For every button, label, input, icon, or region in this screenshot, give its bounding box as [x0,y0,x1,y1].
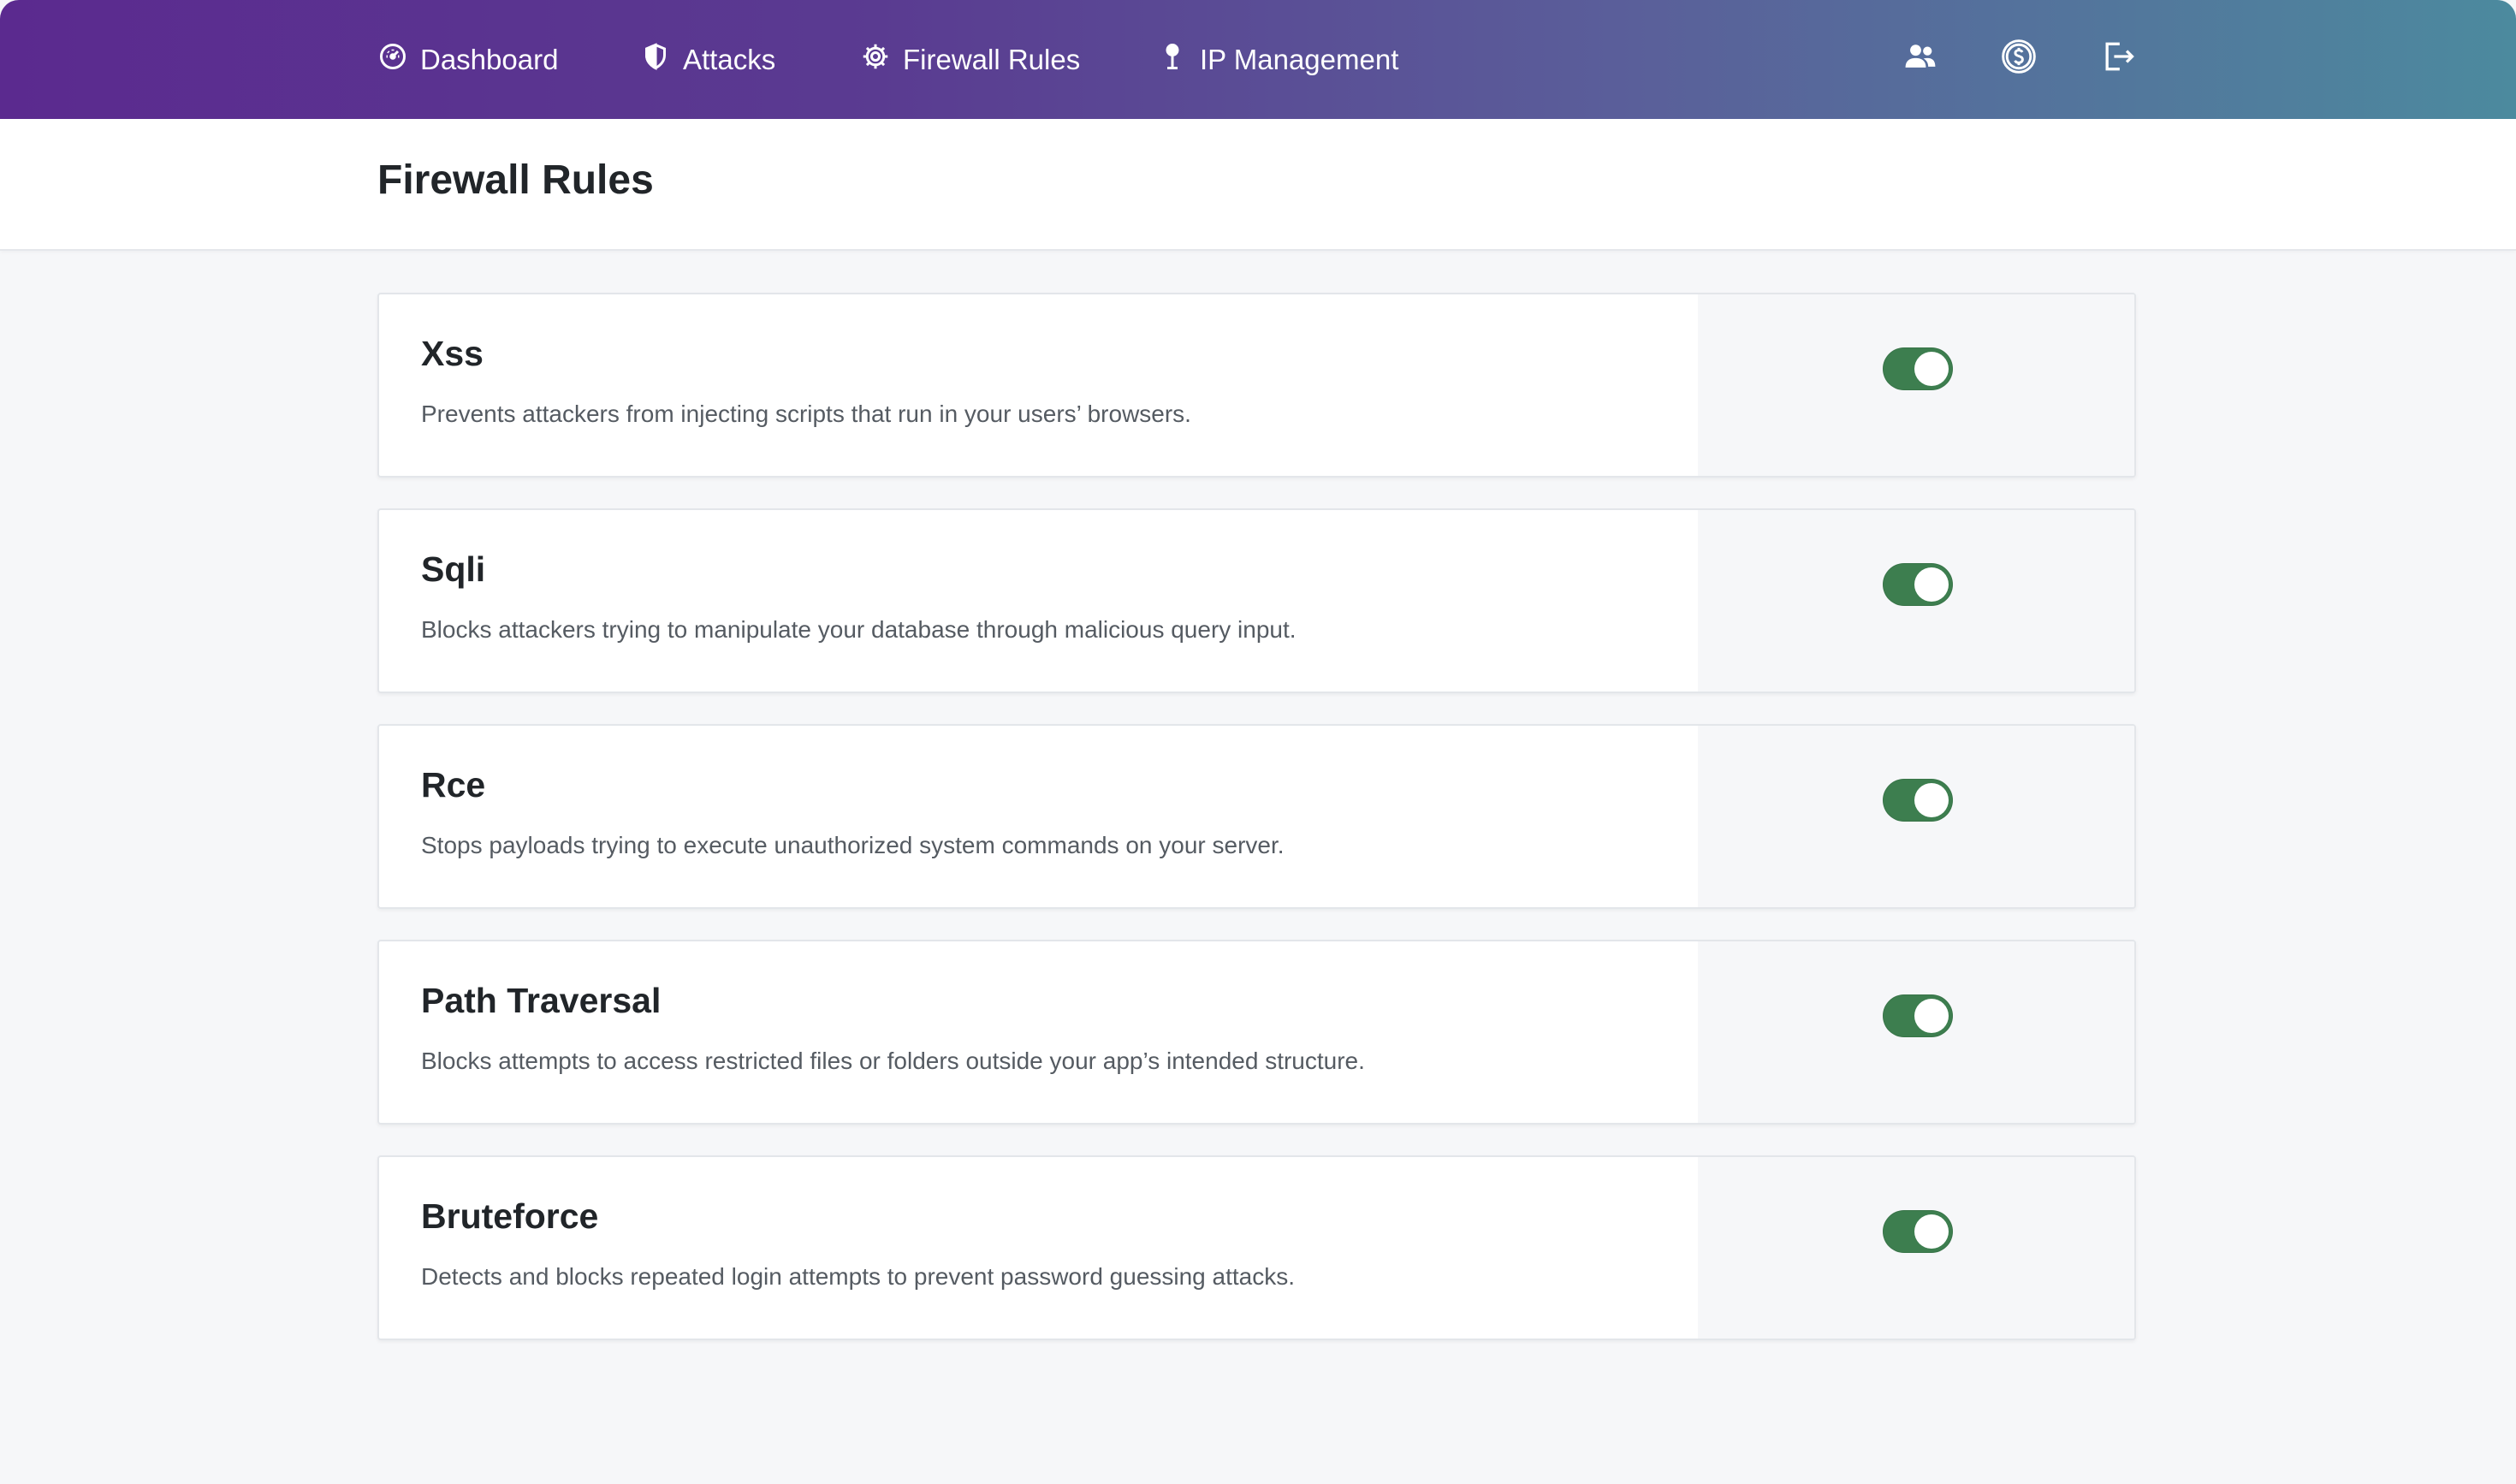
rule-toggle-rce[interactable] [1883,779,1953,822]
rule-name: Xss [421,334,484,373]
rule-card-sqli: Sqli Blocks attackers trying to manipula… [377,508,2136,693]
rule-text: Rce Stops payloads trying to execute una… [379,726,1698,907]
toggle-knob [1914,783,1949,817]
rule-card-path-traversal: Path Traversal Blocks attempts to access… [377,940,2136,1125]
rule-text: Sqli Blocks attackers trying to manipula… [379,510,1698,692]
page-header: Firewall Rules [0,119,2516,251]
rule-name: Sqli [421,549,486,589]
page-title: Firewall Rules [377,157,654,203]
nav-firewall-rules[interactable]: Firewall Rules [860,33,1080,87]
rule-card-bruteforce: Bruteforce Detects and blocks repeated l… [377,1155,2136,1340]
logout-button[interactable] [2091,34,2145,82]
rule-description: Prevents attackers from injecting script… [421,401,1191,427]
toggle-knob [1914,999,1949,1033]
toggle-knob [1914,352,1949,386]
nav-ip-management-label: IP Management [1200,44,1399,75]
app-window: Dashboard Attacks Firewall Rules IP Mana… [0,0,2516,1484]
nav-attacks-label: Attacks [683,44,776,75]
nav-dashboard[interactable]: Dashboard [377,33,558,87]
speedometer-icon [377,41,420,79]
rule-description: Blocks attackers trying to manipulate yo… [421,616,1297,643]
rule-text: Path Traversal Blocks attempts to access… [379,941,1698,1123]
rule-toggle-path-traversal[interactable] [1883,994,1953,1037]
toggle-knob [1914,567,1949,602]
rule-toggle-sqli[interactable] [1883,563,1953,606]
pin-icon [1157,41,1200,79]
rule-text: Xss Prevents attackers from injecting sc… [379,294,1698,476]
rule-card-rce: Rce Stops payloads trying to execute una… [377,724,2136,909]
nav-attacks[interactable]: Attacks [640,33,775,87]
nav-ip-management[interactable]: IP Management [1157,33,1398,87]
users-button[interactable] [1893,34,1948,82]
rule-description: Blocks attempts to access restricted fil… [421,1048,1365,1074]
rule-toggle-xss[interactable] [1883,347,1953,390]
gear-icon [860,41,903,79]
dollar-coin-icon [2000,38,2038,80]
rule-text: Bruteforce Detects and blocks repeated l… [379,1157,1698,1339]
toggle-knob [1914,1214,1949,1249]
users-icon [1902,38,1939,80]
rule-name: Path Traversal [421,981,662,1020]
logout-icon [2099,38,2137,80]
rule-name: Rce [421,765,486,804]
rule-description: Stops payloads trying to execute unautho… [421,832,1285,858]
nav-dashboard-label: Dashboard [420,44,559,75]
nav-firewall-rules-label: Firewall Rules [903,44,1081,75]
top-navbar: Dashboard Attacks Firewall Rules IP Mana… [0,0,2516,119]
rule-name: Bruteforce [421,1196,599,1236]
rule-toggle-bruteforce[interactable] [1883,1210,1953,1253]
rule-description: Detects and blocks repeated login attemp… [421,1263,1296,1290]
shield-icon [640,41,683,79]
rule-card-xss: Xss Prevents attackers from injecting sc… [377,293,2136,478]
billing-button[interactable] [1991,34,2046,82]
